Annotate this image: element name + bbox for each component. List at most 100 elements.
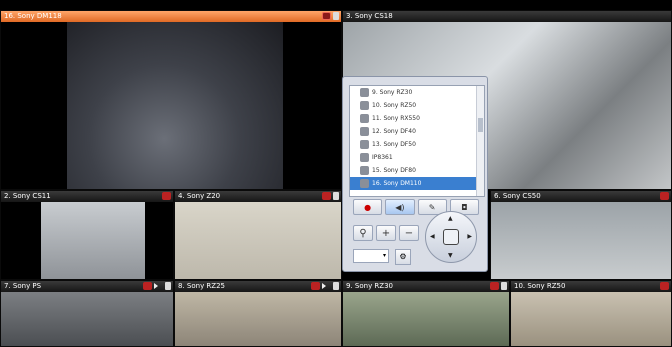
ptz-joystick[interactable]: ▲ ▼ ◀ ▶: [425, 211, 477, 263]
arrow-right-icon[interactable]: ▶: [467, 233, 472, 240]
tile-title: 6. Sony CS50: [494, 192, 541, 200]
video-feed: [511, 292, 671, 346]
speaker-icon: ◀): [395, 202, 405, 212]
tile-title-bar: 2. Sony CS11: [1, 191, 173, 202]
camera-list-item[interactable]: 9. Sony RZ30: [350, 86, 484, 99]
zoom-search-button[interactable]: ⚲: [353, 225, 373, 241]
video-feed: [491, 202, 671, 279]
arrow-left-icon[interactable]: ◀: [430, 233, 435, 240]
tile-title: 9. Sony RZ30: [346, 282, 394, 290]
record-icon[interactable]: [333, 192, 339, 200]
camera-list-label: 11. Sony RX550: [372, 115, 420, 122]
gear-icon: ⚙: [399, 252, 407, 261]
camera-icon[interactable]: [322, 12, 331, 20]
record-icon[interactable]: [165, 282, 171, 290]
audio-button[interactable]: ◀): [385, 199, 415, 215]
camera-list-label: 10. Sony RZ50: [372, 102, 417, 109]
camera-list-item[interactable]: 13. Sony DF50: [350, 138, 484, 151]
ptz-control-panel: 9. Sony RZ30 10. Sony RZ50 11. Sony RX550 1…: [342, 76, 488, 272]
preset-combo[interactable]: ▾: [353, 249, 389, 263]
camera-list-label: 16. Sony DM110: [372, 180, 422, 187]
tile-title-bar: 3. Sony CS18: [343, 11, 671, 22]
speaker-icon[interactable]: [322, 283, 331, 289]
camera-list-label: 15. Sony DF80: [372, 167, 416, 174]
camera-icon[interactable]: [660, 192, 669, 200]
tile-title: 10. Sony RZ50: [514, 282, 566, 290]
tile-title-bar: 8. Sony RZ25: [175, 281, 341, 292]
settings-button[interactable]: ⚙: [395, 249, 411, 265]
tile-title-bar: 6. Sony CS50: [491, 191, 671, 202]
camera-list-label: IP8361: [372, 154, 393, 161]
camera-list-item[interactable]: 11. Sony RX550: [350, 112, 484, 125]
camera-icon[interactable]: [143, 282, 152, 290]
tile-title: 8. Sony RZ25: [178, 282, 226, 290]
record-icon: ●: [364, 202, 372, 212]
video-feed: [175, 292, 341, 346]
list-scrollbar[interactable]: [476, 86, 484, 196]
camera-tile-8[interactable]: 9. Sony RZ30: [342, 280, 510, 347]
camera-icon[interactable]: [162, 192, 171, 200]
camera-icon: [360, 166, 369, 175]
feed-image: [67, 22, 283, 189]
dropdown-arrow-icon: ▾: [382, 252, 386, 259]
camera-list-item[interactable]: 10. Sony RZ50: [350, 99, 484, 112]
tile-title-bar: 4. Sony Z20: [175, 191, 341, 202]
camera-icon: [360, 101, 369, 110]
camera-tile-9[interactable]: 10. Sony RZ50: [510, 280, 672, 347]
ptz-center-button[interactable]: [443, 229, 459, 245]
camera-list-item[interactable]: 15. Sony DF80: [350, 164, 484, 177]
camera-icon[interactable]: [490, 282, 499, 290]
record-icon[interactable]: [501, 282, 507, 290]
camera-tile-7[interactable]: 8. Sony RZ25: [174, 280, 342, 347]
camera-icon: [360, 114, 369, 123]
record-icon[interactable]: [333, 282, 339, 290]
record-button[interactable]: ●: [353, 199, 383, 215]
arrow-down-icon[interactable]: ▼: [448, 252, 453, 259]
tile-title: 16. Sony DM118: [4, 12, 62, 20]
scrollbar-thumb[interactable]: [478, 118, 483, 132]
camera-list-label: 9. Sony RZ30: [372, 89, 413, 96]
video-feed: [1, 202, 173, 279]
record-icon[interactable]: [333, 12, 339, 20]
tile-title-bar: 9. Sony RZ30: [343, 281, 509, 292]
magnifier-icon: ⚲: [359, 227, 367, 239]
camera-tile-5[interactable]: 6. Sony CS50: [490, 190, 672, 280]
camera-list-item[interactable]: IP8361: [350, 151, 484, 164]
tile-title-bar: 10. Sony RZ50: [511, 281, 671, 292]
tile-title: 2. Sony CS11: [4, 192, 51, 200]
minus-icon: −: [404, 227, 414, 239]
tile-title-bar: 7. Sony PS: [1, 281, 173, 292]
camera-list-item[interactable]: 16. Sony DM110: [350, 177, 484, 190]
tile-title-bar: 16. Sony DM118: [1, 11, 341, 22]
video-feed: [1, 22, 341, 189]
tile-title: 7. Sony PS: [4, 282, 42, 290]
camera-list-item[interactable]: 12. Sony DF40: [350, 125, 484, 138]
tile-title: 3. Sony CS18: [346, 12, 393, 20]
camera-icon: [360, 140, 369, 149]
camera-list-label: 13. Sony DF50: [372, 141, 416, 148]
speaker-icon[interactable]: [154, 283, 163, 289]
tile-title: 4. Sony Z20: [178, 192, 221, 200]
camera-icon: [360, 179, 369, 188]
camera-tile-4[interactable]: 4. Sony Z20: [174, 190, 342, 280]
zoom-controls: ⚲ + −: [353, 225, 419, 241]
camera-tile-6[interactable]: 7. Sony PS: [0, 280, 174, 347]
camera-icon[interactable]: [322, 192, 331, 200]
plus-icon: +: [381, 227, 391, 239]
video-feed: [343, 292, 509, 346]
camera-icon[interactable]: [311, 282, 320, 290]
zoom-in-button[interactable]: +: [376, 225, 396, 241]
camera-tile-3[interactable]: 2. Sony CS11: [0, 190, 174, 280]
feed-black-left: [1, 22, 67, 189]
camera-list-label: 12. Sony DF40: [372, 128, 416, 135]
camera-tile-1[interactable]: 16. Sony DM118: [0, 10, 342, 190]
video-feed: [175, 202, 341, 279]
camera-icon: [360, 153, 369, 162]
zoom-out-button[interactable]: −: [399, 225, 419, 241]
feed-image: [41, 202, 145, 279]
camera-icon: [360, 88, 369, 97]
camera-icon[interactable]: [660, 282, 669, 290]
video-feed: [1, 292, 173, 346]
camera-list[interactable]: 9. Sony RZ30 10. Sony RZ50 11. Sony RX550 1…: [349, 85, 485, 197]
arrow-up-icon[interactable]: ▲: [448, 215, 453, 222]
